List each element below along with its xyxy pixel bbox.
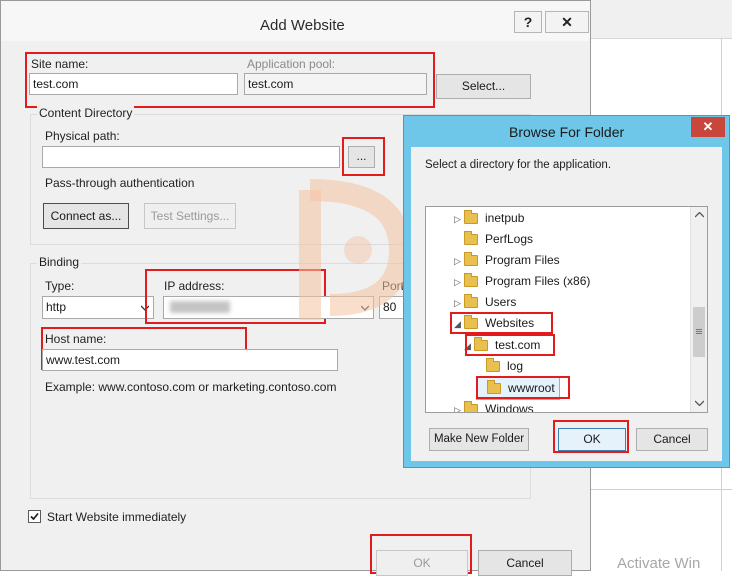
folder-icon: [464, 231, 478, 246]
checkmark-icon: [30, 512, 39, 521]
pass-through-label: Pass-through authentication: [45, 176, 195, 190]
type-label: Type:: [45, 279, 75, 293]
ip-address-label: IP address:: [164, 279, 225, 293]
physical-path-input[interactable]: [42, 146, 340, 168]
site-name-label: Site name:: [31, 57, 89, 71]
physical-path-label: Physical path:: [45, 129, 120, 143]
folder-icon: [464, 210, 478, 225]
test-settings-button[interactable]: Test Settings...: [144, 203, 236, 229]
tree-item-label: Program Files (x86): [485, 274, 591, 288]
folder-icon: [464, 401, 478, 412]
background-toolbar: [591, 0, 732, 39]
tree-item-log[interactable]: log: [476, 356, 523, 377]
tree-item-label: Windows: [485, 402, 534, 413]
cancel-button[interactable]: Cancel: [478, 550, 572, 576]
ok-button[interactable]: OK: [376, 550, 468, 576]
tree-scrollbar[interactable]: [690, 207, 707, 412]
content-directory-label: Content Directory: [37, 106, 135, 120]
wwwroot-highlight: [476, 376, 570, 399]
expand-arrow-icon[interactable]: ▷: [454, 293, 464, 314]
start-immediately-label: Start Website immediately: [47, 510, 187, 524]
type-value: http: [46, 300, 67, 314]
browse-ok-button[interactable]: OK: [558, 428, 626, 451]
binding-label: Binding: [37, 255, 82, 269]
host-name-label: Host name:: [45, 332, 107, 346]
browse-path-button[interactable]: ...: [348, 146, 375, 168]
tree-item-program-files[interactable]: ▷ Program Files: [454, 250, 560, 271]
scroll-up-icon[interactable]: [695, 212, 704, 218]
dialog-title: Add Website: [260, 17, 345, 34]
type-select[interactable]: http: [42, 296, 154, 319]
browse-cancel-button[interactable]: Cancel: [636, 428, 708, 451]
folder-icon: [464, 273, 478, 288]
start-immediately-checkbox[interactable]: [28, 510, 41, 523]
app-pool-field: test.com: [244, 73, 427, 95]
site-name-input[interactable]: test.com: [29, 73, 238, 95]
folder-icon: [464, 294, 478, 309]
app-pool-label: Application pool:: [247, 57, 336, 71]
tree-item-program-files-x86[interactable]: ▷ Program Files (x86): [454, 271, 590, 292]
browse-instruction: Select a directory for the application.: [425, 159, 612, 171]
scroll-down-icon[interactable]: [695, 400, 704, 406]
tree-item-label: inetpub: [485, 211, 525, 225]
tree-item-users[interactable]: ▷ Users: [454, 292, 516, 313]
expand-arrow-icon[interactable]: ▷: [454, 209, 464, 230]
tree-item-perflogs[interactable]: PerfLogs: [454, 229, 533, 250]
test-com-highlight: [465, 334, 555, 356]
title-bar: Add Website ? ✕: [1, 1, 590, 41]
browse-folder-dialog: Browse For Folder ✕ Select a directory f…: [403, 115, 730, 468]
expand-arrow-icon[interactable]: ▷: [454, 251, 464, 272]
help-button[interactable]: ?: [514, 11, 542, 33]
tree-item-label: log: [507, 359, 524, 373]
activate-windows-watermark: Activate Win: [617, 555, 701, 572]
scrollbar-thumb[interactable]: [693, 307, 705, 357]
browse-body: Select a directory for the application. …: [411, 147, 722, 461]
folder-icon: [464, 252, 478, 267]
tree-item-label: Program Files: [485, 253, 560, 267]
select-button[interactable]: Select...: [436, 74, 531, 99]
tree-item-windows[interactable]: ▷ Windows: [454, 399, 534, 413]
expand-arrow-icon[interactable]: ▷: [454, 400, 464, 412]
browse-close-button[interactable]: ✕: [691, 117, 725, 137]
tree-item-label: Users: [485, 295, 517, 309]
example-text: Example: www.contoso.com or marketing.co…: [45, 380, 337, 394]
browse-title-bar: Browse For Folder ✕: [404, 116, 729, 146]
blurred-ip: [170, 301, 230, 313]
make-new-folder-button[interactable]: Make New Folder: [429, 428, 529, 451]
host-name-input[interactable]: www.test.com: [42, 349, 338, 371]
connect-as-button[interactable]: Connect as...: [43, 203, 129, 229]
tree-item-label: PerfLogs: [485, 232, 534, 246]
expand-arrow-icon[interactable]: ▷: [454, 272, 464, 293]
folder-icon: [486, 358, 500, 373]
close-button[interactable]: ✕: [545, 11, 589, 33]
tree-item-inetpub[interactable]: ▷ inetpub: [454, 208, 524, 229]
background-divider: [591, 489, 732, 490]
websites-highlight: [450, 312, 553, 334]
browse-title: Browse For Folder: [509, 124, 625, 140]
